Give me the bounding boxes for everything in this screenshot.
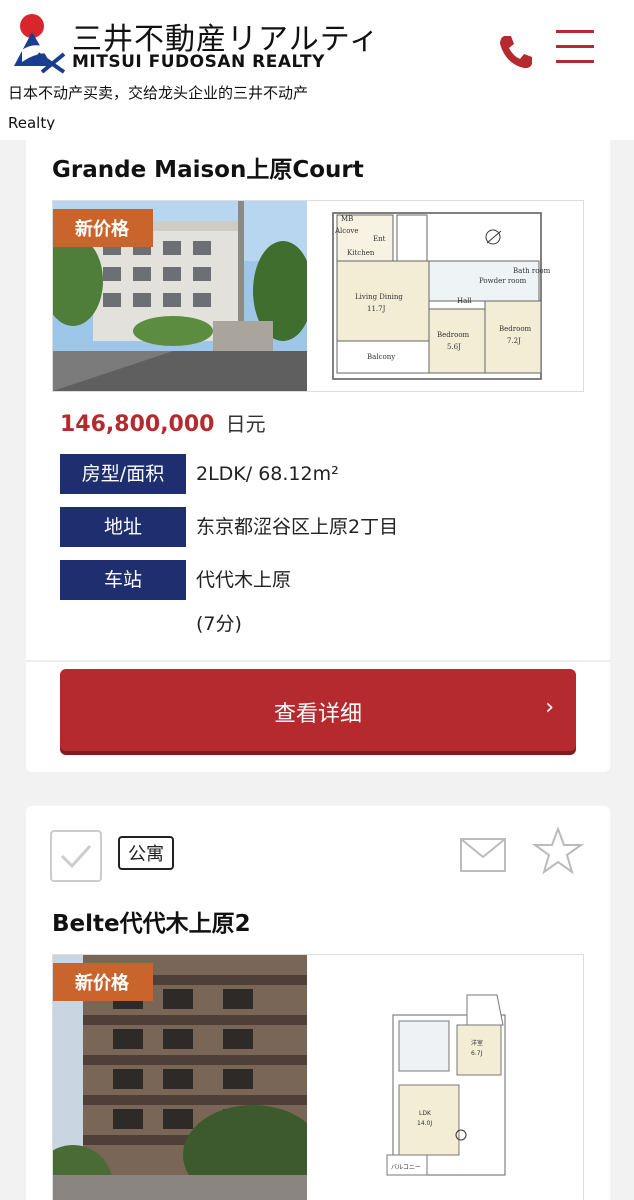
floorplan-label: 洋室 bbox=[471, 1039, 483, 1047]
floorplan-label: Hall bbox=[457, 297, 473, 305]
hamburger-menu-icon[interactable] bbox=[556, 30, 596, 64]
floorplan-label: 5.6J bbox=[447, 343, 461, 351]
floorplan-label: Alcove bbox=[334, 227, 359, 235]
floorplan-label: Balcony bbox=[367, 353, 395, 361]
listing-title[interactable]: Grande Maison上原Court bbox=[52, 150, 364, 184]
view-details-button[interactable]: 查看详细 › bbox=[60, 669, 576, 751]
listing-card: Grande Maison上原Court 新价格 Living Dining 1… bbox=[26, 130, 610, 772]
mitsui-logo-icon[interactable] bbox=[8, 10, 68, 76]
price-value: 146,800,000 bbox=[60, 412, 215, 437]
brand-name-en: MITSUI FUDOSAN REALTY bbox=[72, 52, 325, 72]
new-price-badge: 新价格 bbox=[53, 963, 153, 1001]
floorplan-label: MB bbox=[341, 215, 353, 223]
walk-time: (7分) bbox=[196, 613, 242, 635]
floorplan-label: Bath room bbox=[513, 267, 551, 275]
floorplan-label: Ent bbox=[373, 235, 386, 243]
layout-area-label: 房型/面积 bbox=[60, 454, 186, 494]
floorplan-label: Kitchen bbox=[347, 249, 375, 257]
floorplan-label: Bedroom bbox=[437, 331, 470, 339]
new-price-badge: 新价格 bbox=[53, 209, 153, 247]
price: 146,800,000 日元 bbox=[60, 408, 266, 437]
favorite-star-icon[interactable] bbox=[532, 826, 584, 878]
menu-bar bbox=[556, 45, 594, 48]
floorplan-label: Living Dining bbox=[355, 293, 403, 301]
station-value: 代代木上原 bbox=[196, 569, 292, 591]
chevron-right-icon: › bbox=[545, 695, 554, 720]
building-photo[interactable]: 新价格 bbox=[53, 955, 307, 1200]
menu-bar bbox=[556, 60, 594, 63]
listing-photos[interactable]: 新价格 Living Dining 11.7J Balcony Bedroom … bbox=[52, 200, 584, 392]
floorplan-label: 7.2J bbox=[507, 337, 521, 345]
layout-area-value: 2LDK/ 68.12m² bbox=[196, 463, 339, 485]
floorplan-label: Powder room bbox=[479, 277, 527, 285]
check-icon bbox=[60, 844, 92, 869]
menu-bar bbox=[556, 30, 594, 33]
divider bbox=[26, 660, 610, 662]
site-header: 三井不動産リアルティ MITSUI FUDOSAN REALTY 日本不动产买卖… bbox=[0, 0, 634, 140]
floorplan-label: Bedroom bbox=[499, 325, 532, 333]
floorplan-label: バルコニー bbox=[391, 1164, 421, 1171]
view-details-label: 查看详细 bbox=[273, 702, 362, 727]
floor-plan-image[interactable]: Living Dining 11.7J Balcony Bedroom 5.6J… bbox=[307, 201, 583, 391]
building-photo[interactable]: 新价格 bbox=[53, 201, 307, 391]
listing-card: 公寓 Belte代代木上原2 新价格 洋室 6.7J LDK 14.0J バルコ… bbox=[26, 806, 610, 1200]
address-label: 地址 bbox=[60, 507, 186, 547]
floorplan-label: 14.0J bbox=[417, 1120, 432, 1127]
address-value: 东京都涩谷区上原2丁目 bbox=[196, 516, 399, 538]
property-type-tag: 公寓 bbox=[118, 836, 174, 870]
tagline: 日本不动产买卖，交给龙头企业的三井不动产 bbox=[8, 84, 309, 102]
floorplan-label: 11.7J bbox=[367, 305, 386, 313]
floorplan-label: 6.7J bbox=[471, 1050, 483, 1057]
phone-icon[interactable] bbox=[496, 32, 536, 72]
listing-photos[interactable]: 新价格 洋室 6.7J LDK 14.0J バルコニー bbox=[52, 954, 584, 1200]
listing-title[interactable]: Belte代代木上原2 bbox=[52, 904, 251, 938]
floor-plan-image[interactable]: 洋室 6.7J LDK 14.0J バルコニー bbox=[307, 955, 583, 1200]
select-checkbox[interactable] bbox=[50, 830, 102, 882]
price-currency: 日元 bbox=[225, 412, 266, 436]
mail-icon[interactable] bbox=[460, 838, 506, 872]
station-label: 车站 bbox=[60, 560, 186, 600]
floorplan-label: LDK bbox=[419, 1110, 432, 1117]
